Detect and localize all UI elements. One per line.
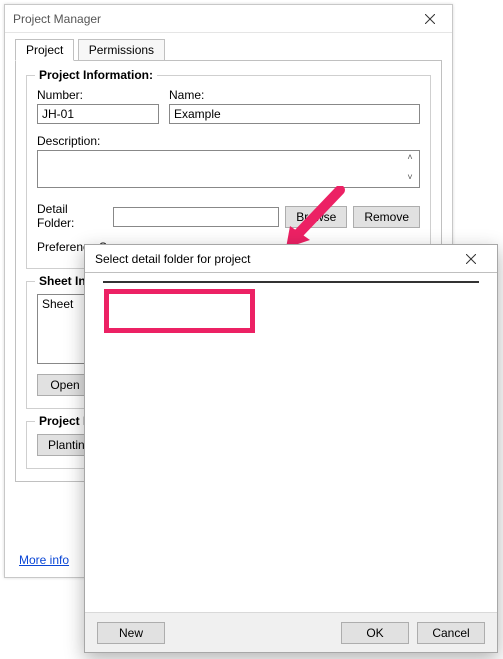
tab-permissions[interactable]: Permissions [78, 39, 165, 61]
dialog-button-bar: New OK Cancel [85, 612, 497, 652]
description-field[interactable]: ˄ ˅ [37, 150, 420, 188]
more-info-link[interactable]: More info [19, 553, 69, 567]
ok-button[interactable]: OK [341, 622, 409, 644]
cancel-button[interactable]: Cancel [417, 622, 485, 644]
dialog-titlebar: Select detail folder for project [85, 245, 497, 273]
description-spinner[interactable]: ˄ ˅ [403, 153, 417, 181]
chevron-down-icon[interactable]: ˅ [403, 173, 417, 181]
detail-folder-label: Detail Folder: [37, 202, 107, 230]
legend-project-information: Project Information: [35, 68, 157, 82]
annotation-highlight [104, 289, 255, 333]
close-icon[interactable] [449, 246, 493, 272]
description-label: Description: [37, 134, 100, 148]
tabstrip: Project Permissions [15, 39, 442, 61]
name-label: Name: [169, 88, 420, 102]
window-title: Project Manager [13, 12, 414, 26]
dialog-title: Select detail folder for project [95, 252, 449, 266]
number-field[interactable] [37, 104, 159, 124]
list-item[interactable]: Sheet [42, 297, 73, 311]
new-button[interactable]: New [97, 622, 165, 644]
number-label: Number: [37, 88, 159, 102]
name-field[interactable] [169, 104, 420, 124]
titlebar: Project Manager [5, 5, 452, 33]
group-project-information: Project Information: Number: Name: Descr… [26, 75, 431, 269]
remove-button[interactable]: Remove [353, 206, 420, 228]
chevron-up-icon[interactable]: ˄ [403, 153, 417, 161]
browse-button[interactable]: Browse [285, 206, 347, 228]
tab-project[interactable]: Project [15, 39, 74, 61]
close-icon[interactable] [414, 9, 446, 29]
detail-folder-field[interactable] [113, 207, 279, 227]
